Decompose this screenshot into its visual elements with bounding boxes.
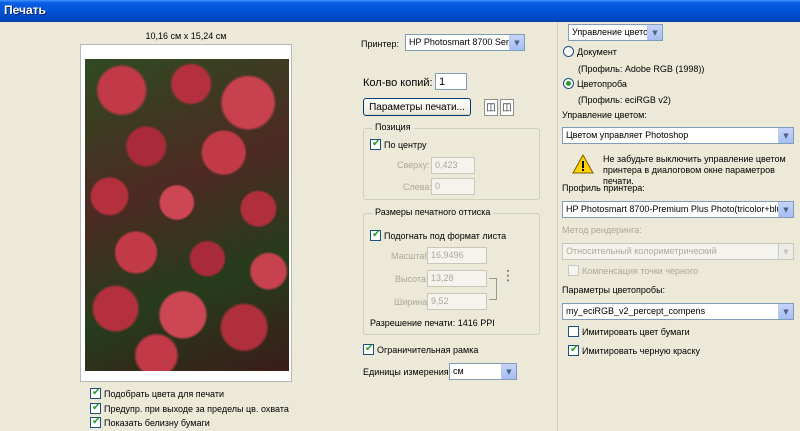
center-option[interactable]: По центру bbox=[370, 138, 427, 150]
print-size-legend: Размеры печатного оттиска bbox=[372, 207, 494, 217]
simulate-black-ink-option[interactable]: Имитировать черную краску bbox=[568, 344, 701, 356]
proof-source-option[interactable]: Цветопроба bbox=[563, 78, 627, 89]
scale-label: Масштаб: bbox=[391, 251, 433, 261]
chevron-down-icon: ▼ bbox=[647, 25, 662, 40]
height-label: Высота: bbox=[395, 274, 429, 284]
simulate-black-ink-label: Имитировать черную краску bbox=[582, 345, 701, 356]
print-preview[interactable] bbox=[80, 44, 292, 382]
simulate-paper-color-option[interactable]: Имитировать цвет бумаги bbox=[568, 326, 690, 337]
center-checkbox[interactable] bbox=[370, 138, 381, 150]
simulate-black-ink-checkbox[interactable] bbox=[568, 344, 579, 356]
color-handling-value: Цветом управляет Photoshop bbox=[566, 130, 689, 140]
show-paper-white-option[interactable]: Показать белизну бумаги bbox=[90, 416, 210, 428]
color-handling-select[interactable]: Цветом управляет Photoshop ▼ bbox=[562, 127, 794, 144]
gamut-warning-checkbox[interactable] bbox=[90, 402, 101, 414]
dimension-link-bracket bbox=[489, 278, 497, 300]
show-paper-white-checkbox[interactable] bbox=[90, 416, 101, 428]
color-handling-label: Управление цветом: bbox=[562, 110, 647, 120]
match-print-colors-option[interactable]: Подобрать цвета для печати bbox=[90, 387, 224, 399]
copies-input[interactable]: 1 bbox=[435, 73, 467, 90]
width-label: Ширина: bbox=[394, 297, 430, 307]
proof-setup-select[interactable]: my_eciRGB_v2_percept_compens ▼ bbox=[562, 303, 794, 320]
bounding-box-checkbox[interactable] bbox=[363, 343, 374, 355]
units-label: Единицы измерения: bbox=[363, 367, 452, 377]
top-input[interactable]: 0,423 bbox=[431, 157, 475, 174]
units-select[interactable]: см ▼ bbox=[449, 363, 517, 380]
top-label: Сверху: bbox=[397, 160, 430, 170]
output-mode-value: Управление цветом bbox=[572, 27, 655, 37]
fit-media-option[interactable]: Подогнать под формат листа bbox=[370, 229, 507, 241]
height-input[interactable]: 13,28 bbox=[427, 270, 487, 287]
chevron-down-icon: ▼ bbox=[778, 244, 793, 259]
center-label: По центру bbox=[384, 139, 427, 150]
width-input[interactable]: 9,52 bbox=[427, 293, 487, 310]
chevron-down-icon: ▼ bbox=[778, 128, 793, 143]
proof-radio[interactable] bbox=[563, 78, 574, 89]
match-print-colors-label: Подобрать цвета для печати bbox=[104, 388, 224, 399]
document-label: Документ bbox=[577, 46, 617, 57]
rendering-intent-label: Метод рендеринга: bbox=[562, 225, 642, 235]
rendering-intent-value: Относительный колориметрический bbox=[566, 246, 717, 256]
black-point-compensation-label: Компенсация точки черного bbox=[582, 265, 699, 276]
proof-setup-value: my_eciRGB_v2_percept_compens bbox=[566, 306, 706, 316]
left-label: Слева: bbox=[403, 182, 432, 192]
printer-value: HP Photosmart 8700 Series bbox=[409, 37, 521, 47]
chevron-down-icon: ▼ bbox=[509, 35, 524, 50]
proof-label: Цветопроба bbox=[577, 78, 627, 89]
chevron-down-icon: ▼ bbox=[501, 364, 516, 379]
show-paper-white-label: Показать белизну бумаги bbox=[104, 417, 210, 428]
chain-link-icon: ⋮ bbox=[501, 268, 515, 284]
printer-select[interactable]: HP Photosmart 8700 Series ▼ bbox=[405, 34, 525, 51]
fit-media-label: Подогнать под формат листа bbox=[384, 230, 507, 241]
position-legend: Позиция bbox=[372, 122, 414, 132]
title-bar: Печать bbox=[0, 0, 800, 22]
window-title: Печать bbox=[4, 3, 46, 17]
proof-profile-text: (Профиль: eciRGB v2) bbox=[578, 95, 671, 105]
proof-setup-label: Параметры цветопробы: bbox=[562, 285, 666, 295]
page-orientation-landscape-icon[interactable]: ◫ bbox=[500, 99, 514, 116]
printer-profile-select[interactable]: HP Photosmart 8700-Premium Plus Photo(tr… bbox=[562, 201, 794, 218]
print-settings-button[interactable]: Параметры печати... bbox=[363, 98, 471, 116]
black-point-compensation-checkbox[interactable] bbox=[568, 265, 579, 276]
scale-input[interactable]: 16,9496 bbox=[427, 247, 487, 264]
warning-icon bbox=[572, 154, 594, 174]
printer-label: Принтер: bbox=[361, 39, 400, 49]
gamut-warning-label: Предупр. при выходе за пределы цв. охват… bbox=[104, 403, 289, 414]
gamut-warning-option[interactable]: Предупр. при выходе за пределы цв. охват… bbox=[90, 402, 289, 414]
chevron-down-icon: ▼ bbox=[778, 304, 793, 319]
preview-size-label: 10,16 см x 15,24 см bbox=[145, 31, 227, 41]
print-resolution: Разрешение печати: 1416 PPI bbox=[370, 318, 495, 328]
black-point-compensation-option[interactable]: Компенсация точки черного bbox=[568, 265, 698, 276]
page-orientation-portrait-icon[interactable]: ◫ bbox=[484, 99, 498, 116]
units-value: см bbox=[453, 366, 464, 376]
rendering-intent-select[interactable]: Относительный колориметрический ▼ bbox=[562, 243, 794, 260]
document-source-option[interactable]: Документ bbox=[563, 46, 617, 57]
left-input[interactable]: 0 bbox=[431, 178, 475, 195]
document-profile-text: (Профиль: Adobe RGB (1998)) bbox=[578, 64, 705, 74]
printer-profile-value: HP Photosmart 8700-Premium Plus Photo(tr… bbox=[566, 204, 794, 214]
chevron-down-icon: ▼ bbox=[778, 202, 793, 217]
copies-label: Кол-во копий: bbox=[363, 77, 433, 89]
printer-profile-label: Профиль принтера: bbox=[562, 183, 645, 193]
match-print-colors-checkbox[interactable] bbox=[90, 387, 101, 399]
simulate-paper-color-checkbox[interactable] bbox=[568, 326, 579, 337]
document-radio[interactable] bbox=[563, 46, 574, 57]
fit-media-checkbox[interactable] bbox=[370, 229, 381, 241]
bounding-box-option[interactable]: Ограничительная рамка bbox=[363, 343, 479, 355]
preview-image bbox=[85, 59, 289, 371]
output-mode-select[interactable]: Управление цветом ▼ bbox=[568, 24, 663, 41]
simulate-paper-color-label: Имитировать цвет бумаги bbox=[582, 326, 690, 337]
bounding-box-label: Ограничительная рамка bbox=[377, 344, 479, 355]
